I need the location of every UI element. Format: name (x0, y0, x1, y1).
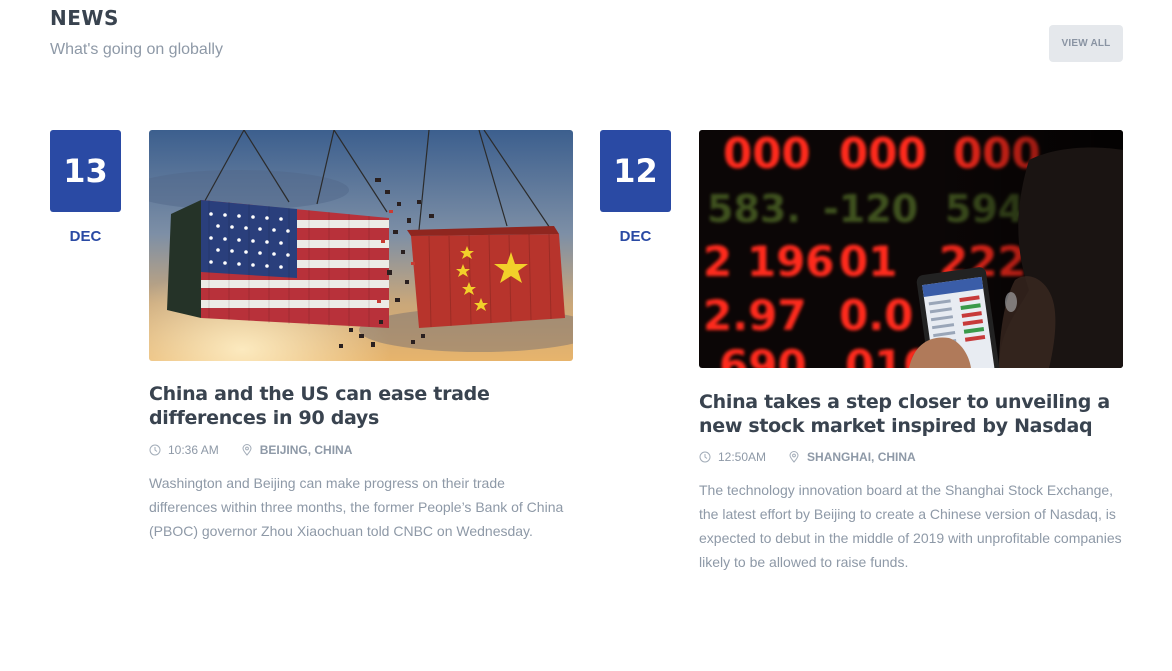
article-time: 12:50AM (718, 450, 767, 464)
map-pin-icon (789, 451, 799, 463)
trade-war-containers-image[interactable] (149, 130, 573, 361)
article-meta: 10:36 AM BEIJING, CHINA (149, 442, 352, 458)
article-location: SHANGHAI, CHINA (807, 450, 916, 464)
date-badge-day: 12 (600, 130, 671, 212)
date-badge-day: 13 (50, 130, 121, 212)
news-header: NEWS What's going on globally VIEW ALL (50, 6, 1123, 66)
date-badge-month: DEC (619, 228, 652, 245)
clock-icon (149, 444, 161, 456)
map-pin-icon (242, 444, 252, 456)
article-excerpt: The technology innovation board at the S… (699, 482, 1122, 570)
article-meta: 12:50AM SHANGHAI, CHINA (699, 449, 916, 465)
article-location: BEIJING, CHINA (259, 443, 353, 457)
stock-ticker-image[interactable]: 000 000 000 583. -120 594 2 196 01 222 2… (699, 130, 1123, 368)
date-badge-month: DEC (69, 228, 102, 245)
section-subtitle: What's going on globally (50, 41, 223, 58)
article-time: 10:36 AM (168, 443, 219, 457)
article-headline[interactable]: China takes a step closer to unveiling a… (699, 390, 1123, 438)
view-all-button[interactable]: VIEW ALL (1049, 25, 1123, 62)
clock-icon (699, 451, 711, 463)
article-headline[interactable]: China and the US can ease trade differen… (149, 382, 573, 430)
article-excerpt: Washington and Beijing can make progress… (149, 475, 564, 539)
section-title: NEWS (50, 6, 119, 30)
